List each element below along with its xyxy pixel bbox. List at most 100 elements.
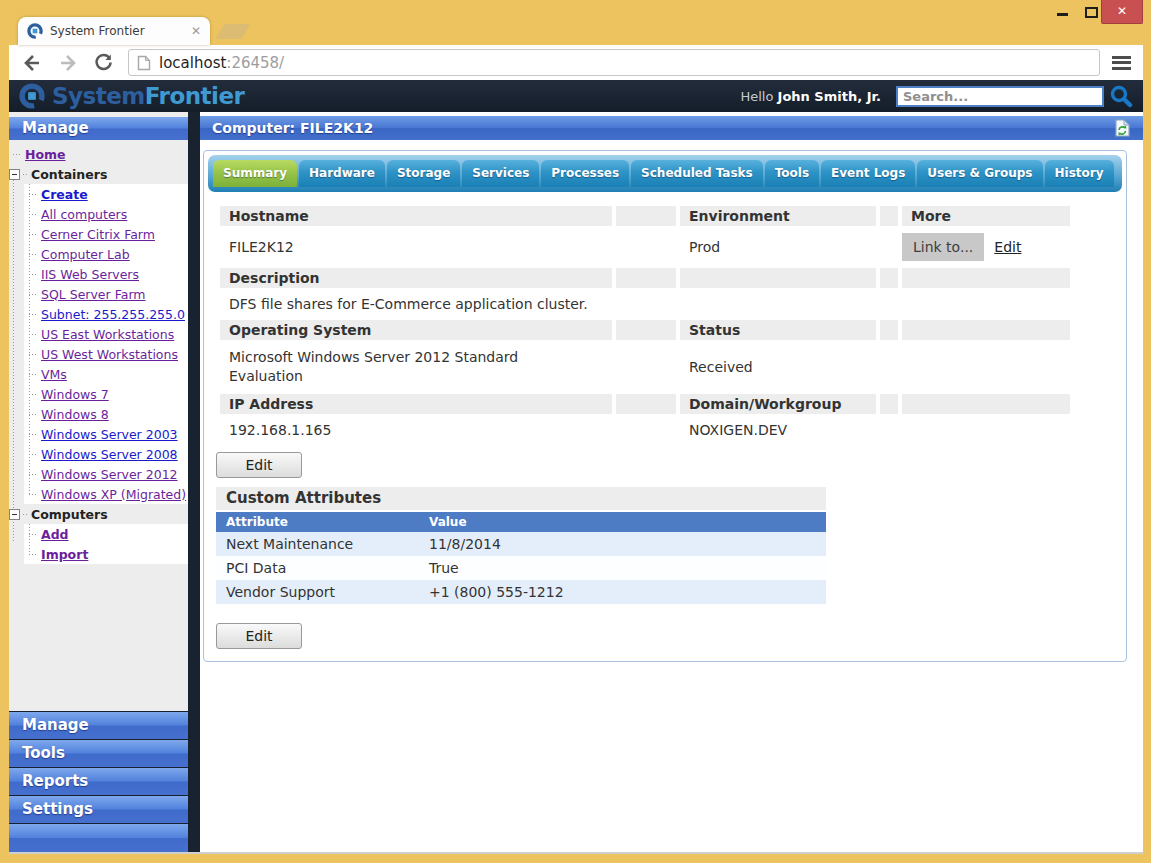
accordion-manage[interactable]: Manage bbox=[9, 711, 188, 739]
refresh-button[interactable] bbox=[93, 52, 114, 73]
hostname-label: Hostname bbox=[220, 206, 612, 226]
summary-fields-table: Hostname Environment More FILE2K12 Prod … bbox=[216, 203, 1074, 446]
tab-strip: Summary Hardware Storage Services Proces… bbox=[208, 155, 1122, 192]
browser-titlebar: System Frontier ✕ ✕ bbox=[0, 0, 1151, 45]
sidebar-item-windows-7: Windows 7 bbox=[24, 384, 188, 404]
address-bar[interactable]: localhost:26458/ bbox=[128, 49, 1100, 76]
sidebar-item-windows-server-2008: Windows Server 2008 bbox=[24, 444, 188, 464]
table-row: Next Maintenance 11/8/2014 bbox=[216, 532, 826, 556]
tab-scheduled-tasks[interactable]: Scheduled Tasks bbox=[631, 160, 763, 187]
tab-close-icon[interactable]: ✕ bbox=[191, 25, 201, 37]
sidebar-item-all-computers: All computers bbox=[24, 204, 188, 224]
tab-summary[interactable]: Summary bbox=[213, 160, 297, 187]
tree-line bbox=[13, 174, 14, 542]
window-bottom-frame bbox=[9, 852, 1143, 863]
sidebar-header-manage: Manage bbox=[9, 117, 188, 140]
hostname-value: FILE2K12 bbox=[220, 229, 612, 265]
window-maximize-button[interactable] bbox=[1085, 7, 1098, 18]
domain-label: Domain/Workgroup bbox=[680, 394, 876, 414]
sidebar-accordion: Manage Tools Reports Settings bbox=[9, 711, 188, 852]
window-minimize-button[interactable] bbox=[1057, 13, 1068, 16]
description-value: DFS file shares for E-Commerce applicati… bbox=[220, 291, 1070, 317]
accordion-filler bbox=[9, 823, 188, 852]
browser-menu-button[interactable] bbox=[1112, 53, 1131, 72]
link-to-button[interactable]: Link to... bbox=[902, 233, 984, 261]
sidebar-item-create: Create bbox=[24, 184, 188, 204]
new-tab-button[interactable] bbox=[216, 24, 251, 39]
main-content: Computer: FILE2K12 Summary Hardware Stor… bbox=[200, 112, 1143, 852]
browser-toolbar: localhost:26458/ bbox=[9, 45, 1143, 80]
tab-services[interactable]: Services bbox=[462, 160, 539, 187]
tab-title: System Frontier bbox=[50, 24, 191, 38]
domain-value: NOXIGEN.DEV bbox=[680, 417, 876, 443]
system-frontier-logo[interactable]: SystemFrontier bbox=[19, 83, 244, 109]
search-input[interactable] bbox=[896, 86, 1104, 107]
export-page-icon[interactable] bbox=[1114, 119, 1131, 137]
sidebar-item-windows-server-2012: Windows Server 2012 bbox=[24, 464, 188, 484]
collapse-icon[interactable] bbox=[9, 509, 20, 520]
sidebar-item-us-east-workstations: US East Workstations bbox=[24, 324, 188, 344]
sidebar-item-sql-server-farm: SQL Server Farm bbox=[24, 284, 188, 304]
edit-custom-attributes-button[interactable]: Edit bbox=[216, 623, 302, 649]
value-column-header: Value bbox=[419, 512, 826, 532]
page-title: Computer: FILE2K12 bbox=[212, 120, 373, 136]
tab-history[interactable]: History bbox=[1045, 160, 1114, 187]
sidebar-item-windows-8: Windows 8 bbox=[24, 404, 188, 424]
tab-storage[interactable]: Storage bbox=[387, 160, 460, 187]
tab-processes[interactable]: Processes bbox=[541, 160, 629, 187]
custom-attributes-table: Attribute Value Next Maintenance 11/8/20… bbox=[216, 512, 826, 604]
environment-label: Environment bbox=[680, 206, 876, 226]
user-name: John Smith, Jr. bbox=[778, 89, 881, 104]
status-value: Received bbox=[680, 343, 876, 391]
table-row: PCI Data True bbox=[216, 556, 826, 580]
table-row: Vendor Support +1 (800) 555-1212 bbox=[216, 580, 826, 604]
sidebar-item-windows-server-2003: Windows Server 2003 bbox=[24, 424, 188, 444]
tab-event-logs[interactable]: Event Logs bbox=[821, 160, 915, 187]
custom-attributes-section: Custom Attributes Attribute Value Next M… bbox=[216, 487, 826, 604]
sidebar-item-add: Add bbox=[24, 524, 188, 544]
sidebar-item-vms: VMs bbox=[24, 364, 188, 384]
os-value: Microsoft Windows Server 2012 Standard E… bbox=[220, 343, 612, 391]
sidebar-item-home: Home bbox=[9, 144, 188, 164]
sidebar-tree: Home Containers Create All computers Cer… bbox=[9, 140, 188, 564]
sidebar-item-import: Import bbox=[24, 544, 188, 564]
summary-panel: Summary Hardware Storage Services Proces… bbox=[203, 150, 1127, 662]
sidebar-item-windows-xp-migrated: Windows XP (Migrated) bbox=[24, 484, 188, 504]
ip-value: 192.168.1.165 bbox=[220, 417, 612, 443]
more-edit-link[interactable]: Edit bbox=[994, 239, 1021, 255]
collapse-icon[interactable] bbox=[9, 169, 20, 180]
sidebar-item-us-west-workstations: US West Workstations bbox=[24, 344, 188, 364]
back-button[interactable] bbox=[21, 52, 43, 74]
browser-tab[interactable]: System Frontier ✕ bbox=[18, 17, 210, 45]
containers-children: Create All computers Cerner Citrix Farm … bbox=[24, 184, 188, 504]
os-label: Operating System bbox=[220, 320, 612, 340]
sidebar-node-computers: Computers bbox=[9, 504, 188, 524]
sidebar-node-containers: Containers bbox=[9, 164, 188, 184]
sidebar-item-subnet: Subnet: 255.255.255.0 bbox=[24, 304, 188, 324]
page-icon bbox=[137, 55, 151, 71]
accordion-reports[interactable]: Reports bbox=[9, 767, 188, 795]
app-header: SystemFrontier Hello John Smith, Jr. bbox=[9, 80, 1143, 112]
sidebar-item-computer-lab: Computer Lab bbox=[24, 244, 188, 264]
tab-tools[interactable]: Tools bbox=[765, 160, 819, 187]
accordion-settings[interactable]: Settings bbox=[9, 795, 188, 823]
sidebar-item-cerner-citrix-farm: Cerner Citrix Farm bbox=[24, 224, 188, 244]
window-close-button[interactable]: ✕ bbox=[1101, 0, 1143, 24]
computers-children: Add Import bbox=[24, 524, 188, 564]
edit-summary-button[interactable]: Edit bbox=[216, 452, 302, 478]
sidebar-item-iis-web-servers: IIS Web Servers bbox=[24, 264, 188, 284]
ip-label: IP Address bbox=[220, 394, 612, 414]
page-title-bar: Computer: FILE2K12 bbox=[200, 116, 1143, 140]
search-icon[interactable] bbox=[1109, 84, 1133, 108]
sidebar: Manage Home Containers Create All comput… bbox=[9, 112, 188, 852]
forward-button[interactable] bbox=[57, 52, 79, 74]
custom-attributes-title: Custom Attributes bbox=[216, 487, 826, 510]
more-label: More bbox=[902, 206, 1070, 226]
tab-hardware[interactable]: Hardware bbox=[299, 160, 385, 187]
logo-icon bbox=[19, 83, 45, 109]
description-label: Description bbox=[220, 268, 612, 288]
tab-users-groups[interactable]: Users & Groups bbox=[917, 160, 1042, 187]
attribute-column-header: Attribute bbox=[216, 512, 419, 532]
accordion-tools[interactable]: Tools bbox=[9, 739, 188, 767]
environment-value: Prod bbox=[680, 229, 876, 265]
